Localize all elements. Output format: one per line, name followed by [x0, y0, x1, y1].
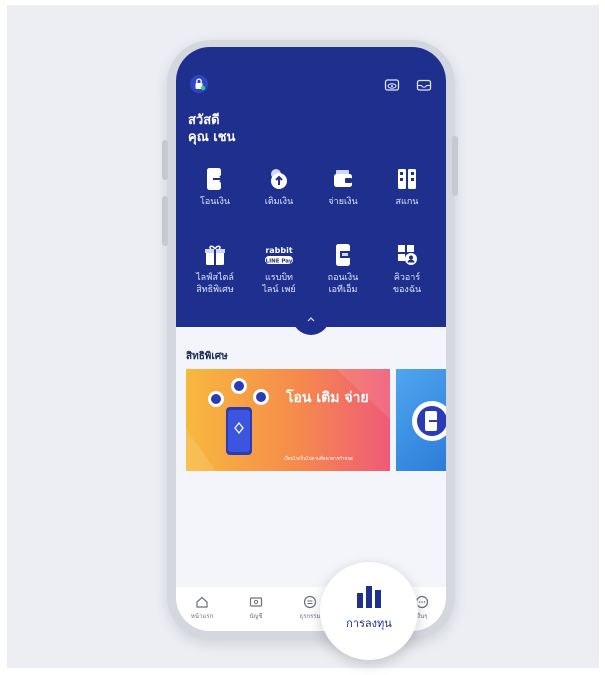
transfer-icon [412, 401, 446, 441]
phone-side-button [162, 140, 168, 180]
promo-banner[interactable]: โอน เติม จ่าย เงื่อนไขเป็นไปตามที่ธนาคาร… [186, 369, 390, 471]
rabbit-line-pay-icon: rabbit LINE Pay [265, 246, 293, 265]
menu-topup[interactable]: เติมเงิน [249, 167, 309, 208]
lock-icon[interactable] [190, 75, 208, 93]
menu-label: ถอนเงิน เอทีเอ็ม [327, 273, 359, 295]
eye-hidden-icon[interactable] [384, 77, 400, 93]
gift-icon [205, 245, 225, 265]
tab-invest-highlight[interactable]: การลงทุน [320, 562, 418, 660]
menu-label: สแกน [395, 197, 419, 207]
tab-home[interactable]: หน้าแรก [182, 595, 222, 621]
scan-icon [398, 169, 416, 189]
svg-text:LINE Pay: LINE Pay [266, 259, 293, 265]
menu-label: จ่ายเงิน [328, 197, 358, 207]
phone-side-button [162, 196, 168, 246]
menu-lifestyle[interactable]: ไลฟ์สไตล์ สิทธิพิเศษ [185, 243, 245, 296]
tab-label: บัญชี [249, 613, 263, 620]
mail-icon[interactable] [416, 77, 432, 93]
menu-label: แรบบิท ไลน์ เพย์ [262, 273, 296, 295]
atm-withdraw-icon [336, 244, 350, 266]
chevron-up-icon [307, 317, 315, 322]
app-header: สวัสดี คุณ เชน โอนเงิน เติมเงิน จ่ายเงิน… [176, 47, 446, 327]
menu-label: คิวอาร์ ของฉัน [392, 273, 422, 295]
banner-title: โอน เติม จ่าย [286, 390, 369, 406]
menu-atm-withdraw[interactable]: ถอนเงิน เอทีเอ็ม [313, 243, 373, 296]
svg-text:rabbit: rabbit [265, 246, 293, 255]
my-qr-icon [398, 245, 417, 265]
home-icon [196, 596, 208, 608]
wallet-icon [334, 170, 352, 187]
greeting-line2: คุณ เชน [188, 130, 236, 145]
menu-label: โอนเงิน [199, 197, 230, 207]
banner-note: เงื่อนไขเป็นไปตามที่ธนาคารกำหนด [284, 457, 354, 462]
menu-label: ไลฟ์สไตล์ สิทธิพิเศษ [196, 273, 234, 295]
promo-banner-next[interactable] [396, 369, 446, 471]
tab-label-invest: การลงทุน [346, 617, 392, 630]
transaction-icon [303, 595, 317, 609]
menu-rabbit-line-pay[interactable]: rabbit LINE Pay แรบบิท ไลน์ เพย์ [249, 243, 309, 296]
menu-transfer[interactable]: โอนเงิน [185, 167, 245, 208]
invest-chart-icon [357, 586, 381, 608]
privileges-title: สิทธิพิเศษ [186, 351, 228, 362]
menu-my-qr[interactable]: คิวอาร์ ของฉัน [377, 243, 437, 296]
menu-scan[interactable]: สแกน [377, 167, 437, 208]
tab-account[interactable]: บัญชี [236, 595, 276, 621]
menu-pay[interactable]: จ่ายเงิน [313, 167, 373, 208]
transfer-icon [207, 168, 225, 190]
account-icon [249, 597, 263, 607]
menu-label: เติมเงิน [264, 197, 294, 207]
tab-label: หน้าแรก [190, 613, 214, 620]
topup-icon [271, 169, 287, 189]
app-screen: สวัสดี คุณ เชน โอนเงิน เติมเงิน จ่ายเงิน… [176, 47, 446, 631]
phone-side-button [452, 136, 458, 196]
